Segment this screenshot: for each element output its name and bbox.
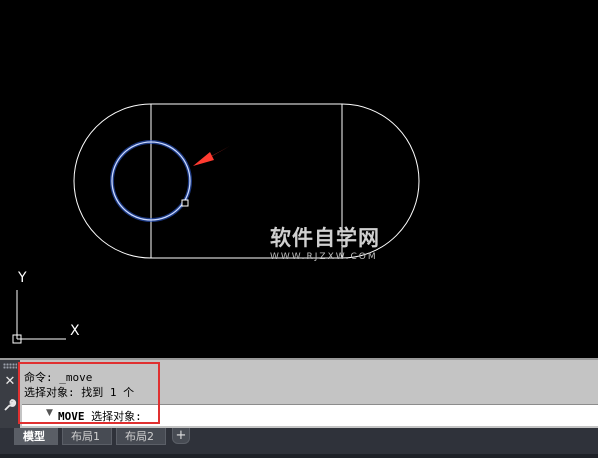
- command-history: 命令: _move 选择对象: 找到 1 个: [24, 370, 134, 400]
- history-line: 命令: _move: [24, 371, 93, 384]
- ucs-y-label: Y: [18, 270, 27, 286]
- tab-layout2[interactable]: 布局2: [116, 428, 166, 445]
- grip-square[interactable]: [181, 199, 189, 207]
- command-sidebar: ✕: [0, 360, 20, 428]
- prompt-text: 选择对象:: [91, 410, 142, 423]
- command-input[interactable]: ▼ MOVE 选择对象:: [22, 404, 598, 426]
- watermark-main: 软件自学网: [270, 226, 380, 250]
- prompt-command: MOVE: [58, 410, 85, 423]
- ucs-x-label: X: [70, 323, 80, 339]
- watermark-sub: WWW.RJZXW.COM: [270, 252, 378, 262]
- history-line: 选择对象: 找到 1 个: [24, 386, 135, 399]
- close-icon[interactable]: ✕: [2, 374, 18, 390]
- drawing-svg[interactable]: [0, 0, 598, 358]
- wrench-icon[interactable]: [2, 398, 18, 414]
- add-tab-button[interactable]: +: [172, 428, 190, 444]
- chevron-down-icon[interactable]: ▼: [46, 408, 53, 418]
- command-panel: ✕ 命令: _move 选择对象: 找到 1 个 ▼ MOVE 选择对象:: [0, 358, 598, 428]
- arrow-icon: [193, 146, 230, 166]
- tab-model[interactable]: 模型: [14, 428, 58, 445]
- drawing-canvas[interactable]: Y X 软件自学网 WWW.RJZXW.COM: [0, 0, 598, 358]
- drag-grip-icon[interactable]: [3, 363, 17, 369]
- bottom-strip: [0, 454, 598, 458]
- tab-layout1[interactable]: 布局1: [62, 428, 112, 445]
- ucs-icon: [12, 290, 66, 344]
- command-prompt: MOVE 选择对象:: [58, 408, 142, 424]
- watermark: 软件自学网 WWW.RJZXW.COM: [270, 226, 410, 262]
